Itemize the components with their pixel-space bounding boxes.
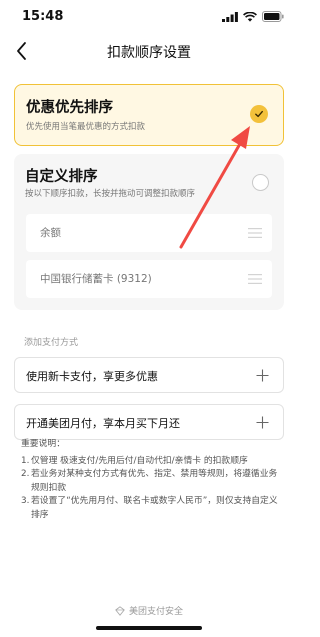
plus-icon (256, 416, 269, 429)
order-item-label: 余额 (40, 227, 61, 239)
signal-icon (222, 11, 238, 22)
status-bar: 15:48 (0, 0, 298, 34)
discount-priority-option[interactable]: 优惠优先排序 优先使用当笔最优惠的方式扣款 (14, 84, 284, 146)
status-time: 15:48 (22, 9, 64, 24)
use-new-card-label: 使用新卡支付，享更多优惠 (26, 370, 158, 383)
add-payment-section-label: 添加支付方式 (24, 338, 79, 348)
note-item: 2. 若业务对某种支付方式有优先、指定、禁用等规则，将遵循业务规则扣款 (21, 468, 285, 495)
footer: 美团支付安全 (0, 604, 298, 617)
order-item-label: 中国银行储蓄卡 (9312) (40, 273, 152, 285)
page-title: 扣款顺序设置 (107, 45, 191, 61)
note-item: 3. 若设置了“优先用月付、联名卡或数字人民币”，则仅支持自定义排序 (21, 495, 285, 522)
open-monthly-pay-label: 开通美团月付，享本月买下月还 (26, 417, 180, 430)
selected-check-icon[interactable] (250, 105, 268, 123)
note-text: 若设置了“优先用月付、联名卡或数字人民币”，则仅支持自定义排序 (31, 496, 278, 520)
checkmark-icon (255, 110, 263, 118)
note-number: 3. (21, 496, 30, 506)
order-item-bank-card[interactable]: 中国银行储蓄卡 (9312) (26, 260, 272, 298)
custom-order-description: 按以下顺序扣款，长按并拖动可调整扣款顺序 (25, 189, 196, 199)
status-icons (222, 11, 284, 22)
discount-priority-description: 优先使用当笔最优惠的方式扣款 (26, 122, 146, 132)
note-text: 仅管理 极速支付/先用后付/自动代扣/亲情卡 的扣款顺序 (31, 455, 248, 466)
custom-order-option[interactable]: 自定义排序 按以下顺序扣款，长按并拖动可调整扣款顺序 余额 中国银行储蓄卡 (9… (14, 154, 284, 310)
important-notes: 重要说明： 1. 仅管理 极速支付/先用后付/自动代扣/亲情卡 的扣款顺序 2.… (21, 438, 285, 522)
note-item: 1. 仅管理 极速支付/先用后付/自动代扣/亲情卡 的扣款顺序 (21, 455, 285, 469)
diamond-shield-icon (115, 605, 125, 616)
unselected-radio-icon[interactable] (252, 174, 269, 191)
note-number: 1. (21, 455, 30, 466)
order-item-balance[interactable]: 余额 (26, 214, 272, 252)
drag-handle-icon[interactable] (248, 274, 262, 284)
home-indicator (96, 626, 202, 630)
footer-text: 美团支付安全 (128, 607, 183, 617)
note-number: 2. (21, 469, 30, 479)
open-monthly-pay-button[interactable]: 开通美团月付，享本月买下月还 (14, 404, 284, 440)
custom-order-title: 自定义排序 (25, 169, 98, 185)
notes-title: 重要说明： (21, 439, 65, 449)
use-new-card-button[interactable]: 使用新卡支付，享更多优惠 (14, 357, 284, 393)
drag-handle-icon[interactable] (248, 228, 262, 238)
nav-bar: 扣款顺序设置 (0, 34, 298, 68)
note-text: 若业务对某种支付方式有优先、指定、禁用等规则，将遵循业务规则扣款 (31, 469, 278, 493)
wifi-icon (243, 11, 257, 22)
plus-icon (256, 369, 269, 382)
battery-icon (262, 11, 284, 22)
discount-priority-title: 优惠优先排序 (26, 100, 113, 116)
